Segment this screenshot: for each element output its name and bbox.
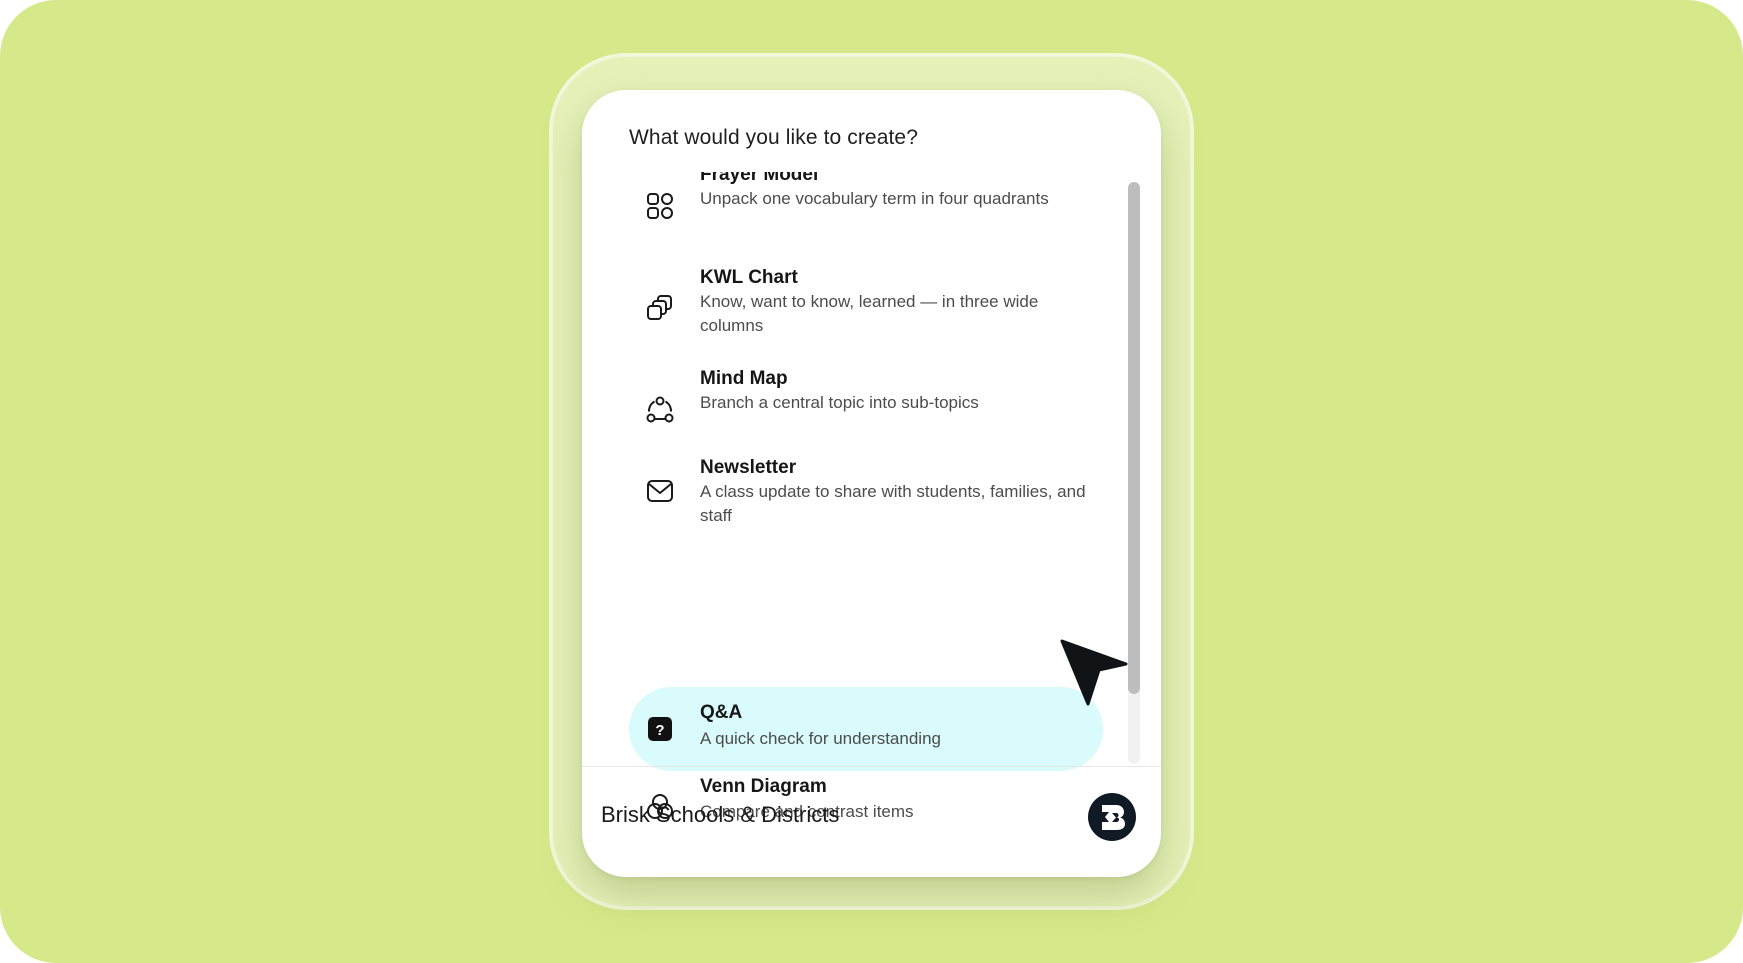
stacked-squares-icon	[647, 295, 672, 320]
option-title: Q&A	[700, 702, 743, 723]
option-description: A class update to share with students, f…	[700, 482, 1086, 525]
option-description: Know, want to know, learned — in three w…	[700, 292, 1039, 335]
footer-divider	[582, 766, 1161, 767]
option-title: Venn Diagram	[700, 776, 827, 797]
option-title: Mind Map	[700, 368, 788, 389]
create-menu-panel: What would you like to create? Frayer Mo…	[582, 90, 1161, 877]
option-title: Newsletter	[700, 457, 797, 478]
option-mind-map[interactable]: Mind Map Branch a central topic into sub…	[629, 368, 1103, 454]
option-description: Branch a central topic into sub-topics	[700, 393, 979, 412]
svg-text:?: ?	[655, 722, 664, 739]
option-description: A quick check for understanding	[700, 729, 941, 748]
pointer-cursor-icon	[1060, 639, 1128, 706]
option-kwl-chart[interactable]: KWL Chart Know, want to know, learned — …	[629, 267, 1103, 376]
option-title: KWL Chart	[700, 267, 798, 288]
mind-map-icon	[646, 396, 674, 423]
footer-label: Brisk Schools & Districts	[601, 802, 840, 827]
create-options-list: Frayer Model Unpack one vocabulary term …	[629, 172, 1103, 856]
scrollbar-thumb[interactable]	[1128, 182, 1140, 694]
brisk-logo[interactable]	[1088, 793, 1136, 841]
envelope-icon	[647, 480, 673, 502]
option-frayer-model[interactable]: Frayer Model Unpack one vocabulary term …	[629, 172, 1103, 276]
question-icon: ?	[648, 717, 672, 741]
background: What would you like to create? Frayer Mo…	[0, 0, 1743, 963]
prompt-heading: What would you like to create?	[629, 126, 918, 149]
option-description: Unpack one vocabulary term in four quadr…	[700, 189, 1049, 208]
option-newsletter[interactable]: Newsletter A class update to share with …	[629, 454, 1103, 556]
option-title: Frayer Model	[700, 172, 819, 185]
grid-icon	[647, 193, 673, 219]
option-q-and-a-content: ? Q&A A quick check for understanding	[629, 687, 1103, 771]
